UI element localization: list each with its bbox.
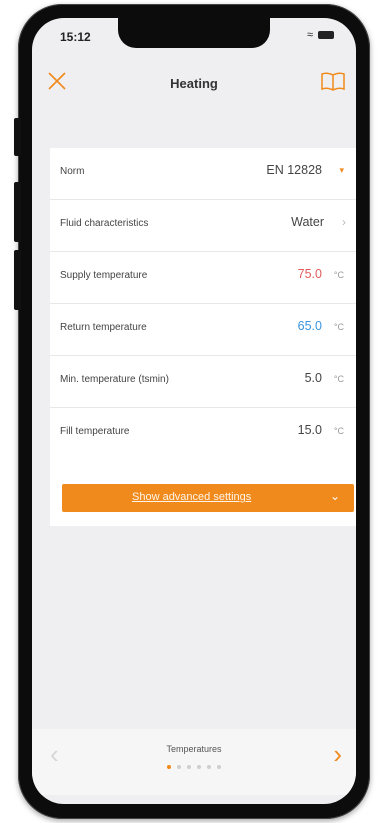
navigation-bar: Heating	[32, 66, 356, 104]
notch	[118, 18, 270, 48]
page-dot[interactable]	[207, 765, 211, 769]
bottom-pager: ‹ Temperatures ›	[32, 729, 356, 795]
unit-label: °C	[333, 270, 344, 280]
row-label: Min. temperature (tsmin)	[60, 374, 169, 385]
row-fluid-characteristics[interactable]: Fluid characteristics Water ›	[50, 200, 356, 252]
show-advanced-settings-button[interactable]: Show advanced settings ⌄	[62, 484, 354, 512]
page-dot[interactable]	[187, 765, 191, 769]
phone-volume-down	[14, 250, 21, 310]
status-time: 15:12	[60, 30, 91, 44]
page-label: Temperatures	[166, 744, 222, 754]
unit-label: °C	[333, 374, 344, 384]
row-norm[interactable]: Norm EN 12828 ▾	[50, 148, 356, 200]
chevron-right-icon: ›	[342, 215, 346, 229]
unit-label: °C	[333, 426, 344, 436]
row-label: Norm	[60, 166, 85, 177]
page-dot[interactable]	[177, 765, 181, 769]
row-fill-temperature[interactable]: Fill temperature 15.0 °C	[50, 408, 356, 460]
page-dot[interactable]	[217, 765, 221, 769]
page-dot[interactable]	[197, 765, 201, 769]
page-dot[interactable]	[167, 765, 171, 769]
unit-label: °C	[333, 322, 344, 332]
page-title: Heating	[170, 76, 218, 91]
row-label: Fluid characteristics	[60, 218, 149, 229]
row-label: Return temperature	[60, 322, 147, 333]
page-indicator	[32, 765, 356, 769]
supply-temperature-value[interactable]: 75.0	[298, 267, 322, 281]
row-min-temperature[interactable]: Min. temperature (tsmin) 5.0 °C	[50, 356, 356, 408]
norm-value: EN 12828	[266, 163, 322, 177]
book-icon[interactable]	[320, 70, 346, 92]
min-temperature-value[interactable]: 5.0	[305, 371, 322, 385]
fill-temperature-value[interactable]: 15.0	[298, 423, 322, 437]
battery-icon	[318, 31, 334, 39]
wifi-icon: ≈	[306, 29, 313, 41]
advanced-settings-label: Show advanced settings	[132, 491, 252, 503]
screen: 15:12 ≈ Heating Norm EN 12828 ▾ Fluid ch…	[32, 18, 356, 804]
return-temperature-value[interactable]: 65.0	[298, 319, 322, 333]
row-supply-temperature[interactable]: Supply temperature 75.0 °C	[50, 252, 356, 304]
chevron-down-icon: ▾	[339, 165, 344, 175]
phone-volume-up	[14, 182, 21, 242]
status-icons: ≈	[307, 29, 334, 41]
settings-card: Norm EN 12828 ▾ Fluid characteristics Wa…	[50, 148, 356, 526]
phone-mute-switch	[14, 118, 21, 156]
row-label: Fill temperature	[60, 426, 130, 437]
fluid-value: Water	[291, 215, 324, 229]
row-return-temperature[interactable]: Return temperature 65.0 °C	[50, 304, 356, 356]
row-label: Supply temperature	[60, 270, 148, 281]
arrow-right-icon[interactable]: ›	[333, 739, 342, 770]
chevron-down-icon: ⌄	[329, 489, 340, 503]
